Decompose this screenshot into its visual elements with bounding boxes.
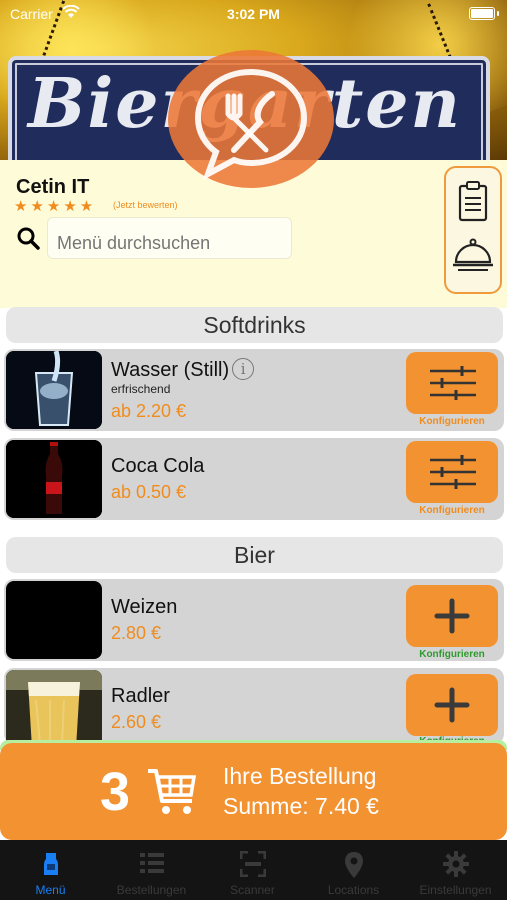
item-image-coca-cola (6, 440, 102, 518)
tab-label: Locations (327, 883, 380, 897)
menu-item-radler[interactable]: Radler 2.60 € Konfigurieren (4, 668, 504, 748)
menu-item-coca-cola[interactable]: Coca Cola ab 0.50 € Konfigurieren (4, 438, 504, 520)
section-header-softdrinks: Softdrinks (6, 307, 503, 343)
item-name: Wasser (Still) i (111, 358, 255, 382)
item-name: Coca Cola (111, 455, 205, 477)
configure-button[interactable] (406, 352, 498, 414)
tab-label: Einstellungen (419, 883, 492, 897)
item-name: Radler (111, 685, 170, 707)
tab-menu[interactable]: Menü (0, 840, 101, 900)
item-image-weizen (6, 581, 102, 659)
order-count: 3 (100, 762, 131, 822)
scanner-icon (239, 851, 266, 877)
configure-label[interactable]: Konfigurieren (406, 416, 498, 427)
tab-settings[interactable]: Einstellungen (404, 840, 507, 900)
restaurant-name: Cetin IT (16, 176, 90, 198)
item-price: 2.80 € (111, 623, 162, 643)
status-time: 3:02 PM (227, 6, 280, 22)
cart-icon (146, 763, 198, 824)
sliders-icon (430, 366, 476, 400)
plus-icon (434, 687, 470, 723)
configure-label[interactable]: Konfigurieren (406, 505, 498, 516)
order-sum: Summe: 7.40 € (223, 793, 379, 819)
gear-icon (442, 851, 469, 877)
clipboard-icon[interactable] (446, 172, 500, 232)
tab-label: Menü (35, 883, 66, 897)
restaurant-logo (168, 50, 334, 188)
cloche-icon[interactable] (446, 230, 500, 290)
add-button[interactable] (406, 674, 498, 736)
configure-label[interactable]: Konfigurieren (406, 649, 498, 660)
item-price: ab 2.20 € (111, 401, 187, 421)
item-price: ab 0.50 € (111, 482, 187, 502)
item-name-text: Wasser (Still) (111, 359, 230, 381)
side-action-panel (444, 166, 502, 294)
configure-button[interactable] (406, 441, 498, 503)
item-image-radler (6, 670, 102, 748)
search-icon (16, 226, 40, 255)
item-name: Weizen (111, 596, 178, 618)
plus-icon (434, 598, 470, 634)
add-button[interactable] (406, 585, 498, 647)
rating-stars[interactable]: ★★★★★ (14, 197, 96, 215)
list-icon (139, 853, 164, 873)
item-description: erfrischend (111, 382, 171, 396)
order-summary-button[interactable]: 3 Ihre Bestellung Summe: 7.40 € (0, 743, 507, 840)
search-input[interactable] (47, 217, 292, 259)
tab-bar: Menü Bestellungen Scanner Locations Eins… (0, 840, 507, 900)
rate-now-link[interactable]: (Jetzt bewerten) (113, 200, 178, 210)
tab-label: Bestellungen (116, 883, 187, 897)
tab-locations[interactable]: Locations (303, 840, 404, 900)
menu-item-weizen[interactable]: Weizen 2.80 € Konfigurieren (4, 579, 504, 661)
location-pin-icon (344, 852, 363, 878)
item-image-water (6, 351, 102, 429)
tab-orders[interactable]: Bestellungen (101, 840, 202, 900)
sliders-icon (430, 455, 476, 489)
tab-label: Scanner (230, 883, 275, 897)
section-header-bier: Bier (6, 537, 503, 573)
menu-item-wasser[interactable]: Wasser (Still) i erfrischend ab 2.20 € Ko… (4, 349, 504, 431)
tab-scanner[interactable]: Scanner (202, 840, 303, 900)
menu-drink-icon (43, 853, 58, 875)
order-title: Ihre Bestellung (223, 763, 377, 789)
item-price: 2.60 € (111, 712, 162, 732)
info-icon[interactable]: i (232, 358, 255, 380)
battery-icon (469, 7, 495, 20)
status-bar: Carrier 3:02 PM (0, 0, 507, 28)
